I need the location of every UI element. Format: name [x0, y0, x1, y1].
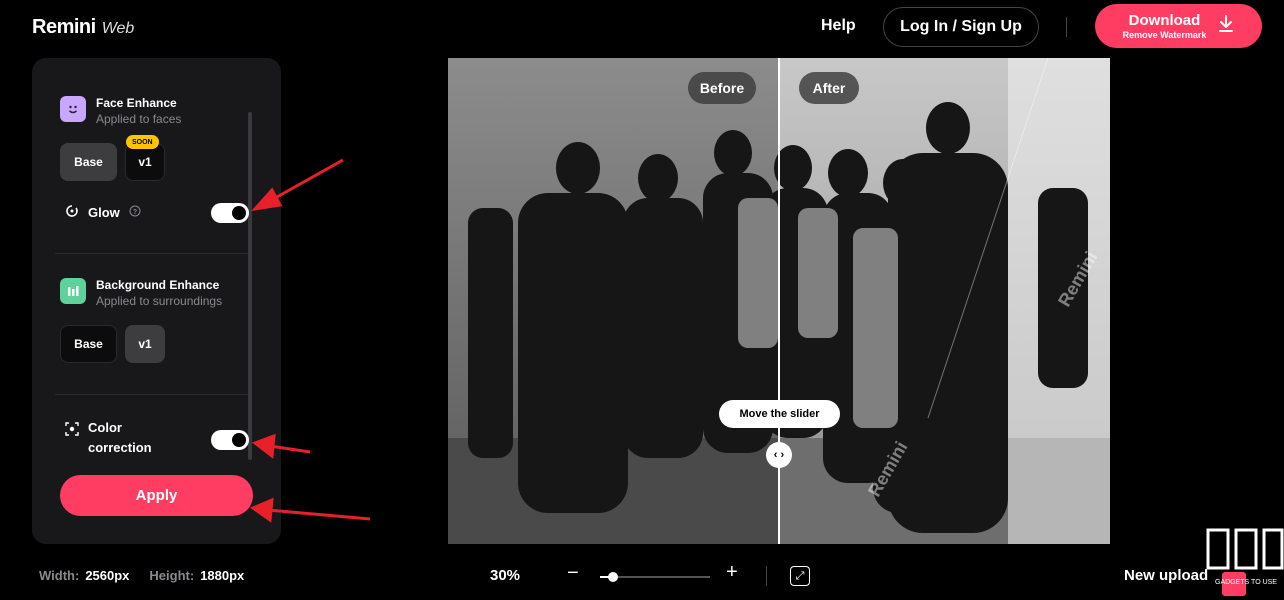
annotation-arrowhead — [249, 497, 274, 523]
annotation-arrow — [267, 508, 371, 521]
annotation-arrows — [249, 158, 371, 523]
annotation-arrow — [269, 444, 311, 454]
annotation-arrow — [267, 158, 344, 204]
annotation-arrowhead — [251, 187, 283, 212]
annotation-arrowhead — [251, 433, 276, 459]
